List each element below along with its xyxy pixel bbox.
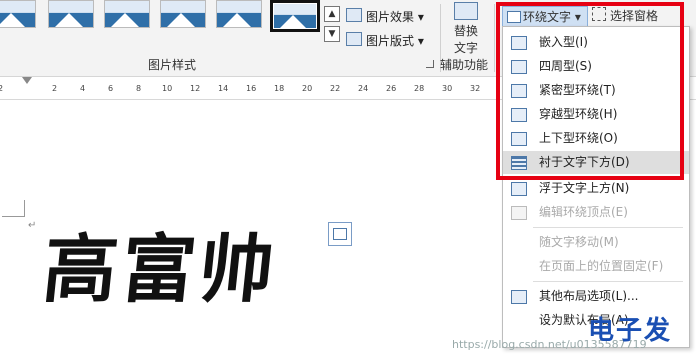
alt-text-button[interactable]: 替换 文字 <box>446 2 486 55</box>
ruler-tick: 2 <box>0 84 4 93</box>
edit-wrap-points-icon <box>511 206 527 220</box>
layout-options-icon[interactable] <box>328 222 352 246</box>
through-wrap-icon <box>511 108 527 122</box>
picture-style-thumb[interactable] <box>0 0 36 28</box>
ruler-tick: 14 <box>218 84 229 93</box>
ruler-tick: 16 <box>246 84 257 93</box>
square-wrap-icon <box>511 60 527 74</box>
ruler-tick: 24 <box>358 84 369 93</box>
gallery-more-icon[interactable]: ▼ <box>324 26 340 42</box>
ruler-tick: 28 <box>414 84 425 93</box>
picture-style-thumb[interactable] <box>160 0 206 28</box>
ruler-tick: 12 <box>190 84 201 93</box>
top-bottom-wrap-icon <box>511 132 527 146</box>
inline-icon <box>511 36 527 50</box>
picture-effects-icon <box>346 8 362 22</box>
alt-text-icon <box>454 2 478 20</box>
menu-item-inline[interactable]: 嵌入型(I) <box>503 31 689 54</box>
ruler-tick: 4 <box>80 84 86 93</box>
gallery-scroll-up-icon[interactable]: ▲ <box>324 6 340 22</box>
ruler-tick: 32 <box>470 84 481 93</box>
menu-item-square[interactable]: 四周型(S) <box>503 55 689 78</box>
indent-marker-icon[interactable] <box>22 77 32 84</box>
behind-text-icon <box>511 156 527 170</box>
ruler-tick: 30 <box>442 84 453 93</box>
picture-style-thumb[interactable] <box>104 0 150 28</box>
menu-item-move-with-text: 随文字移动(M) <box>539 235 619 249</box>
wrap-text-button[interactable]: 环绕文字 ▾ <box>502 6 588 28</box>
dialog-launcher-icon[interactable] <box>426 60 434 68</box>
paragraph-mark-icon: ↵ <box>28 220 37 231</box>
picture-style-thumb[interactable] <box>216 0 262 28</box>
in-front-of-text-icon <box>511 182 527 196</box>
brand-logo-text: 电子发 <box>588 316 673 346</box>
picture-style-thumb-selected[interactable] <box>270 0 320 32</box>
tight-wrap-icon <box>511 84 527 98</box>
ruler-tick: 20 <box>302 84 313 93</box>
menu-item-fix-position: 在页面上的位置固定(F) <box>539 259 664 273</box>
ruler-tick: 26 <box>386 84 397 93</box>
menu-item-tight[interactable]: 紧密型环绕(T) <box>503 79 689 102</box>
menu-item-top-bottom[interactable]: 上下型环绕(O) <box>503 127 689 150</box>
menu-item-more-layout-options[interactable]: 其他布局选项(L)... <box>503 285 689 308</box>
group-label-accessibility: 辅助功能 <box>440 58 489 72</box>
picture-layout-button[interactable]: 图片版式 ▾ <box>346 32 424 50</box>
picture-effects-button[interactable]: 图片效果 ▾ <box>346 8 424 26</box>
selection-pane-icon <box>592 7 606 21</box>
group-label-picture-styles: 图片样式 <box>148 58 197 72</box>
ruler-tick: 8 <box>136 84 142 93</box>
selection-pane-button[interactable]: 选择窗格 <box>592 6 658 26</box>
layout-options-icon <box>511 290 527 304</box>
ruler-tick: 18 <box>274 84 285 93</box>
menu-divider <box>533 281 683 282</box>
menu-item-through[interactable]: 穿越型环绕(H) <box>503 103 689 126</box>
wrap-text-icon <box>507 11 521 23</box>
ruler-tick: 6 <box>108 84 114 93</box>
page-corner-mark <box>2 200 25 217</box>
menu-item-in-front-of-text[interactable]: 浮于文字上方(N) <box>503 177 689 200</box>
picture-style-thumb[interactable] <box>48 0 94 28</box>
picture-layout-icon <box>346 32 362 46</box>
menu-divider <box>533 227 683 228</box>
ruler-tick: 10 <box>162 84 173 93</box>
wrap-text-menu: 嵌入型(I) 四周型(S) 紧密型环绕(T) 穿越型环绕(H) 上下型环绕(O)… <box>502 26 690 348</box>
ruler-tick: 2 <box>52 84 58 93</box>
divider <box>494 4 495 72</box>
menu-item-edit-wrap-points: 编辑环绕顶点(E) <box>503 201 689 224</box>
ruler-tick: 22 <box>330 84 341 93</box>
handwritten-text-image[interactable]: 高富帅 <box>38 210 283 317</box>
menu-item-behind-text[interactable]: 衬于文字下方(D) <box>503 151 689 174</box>
